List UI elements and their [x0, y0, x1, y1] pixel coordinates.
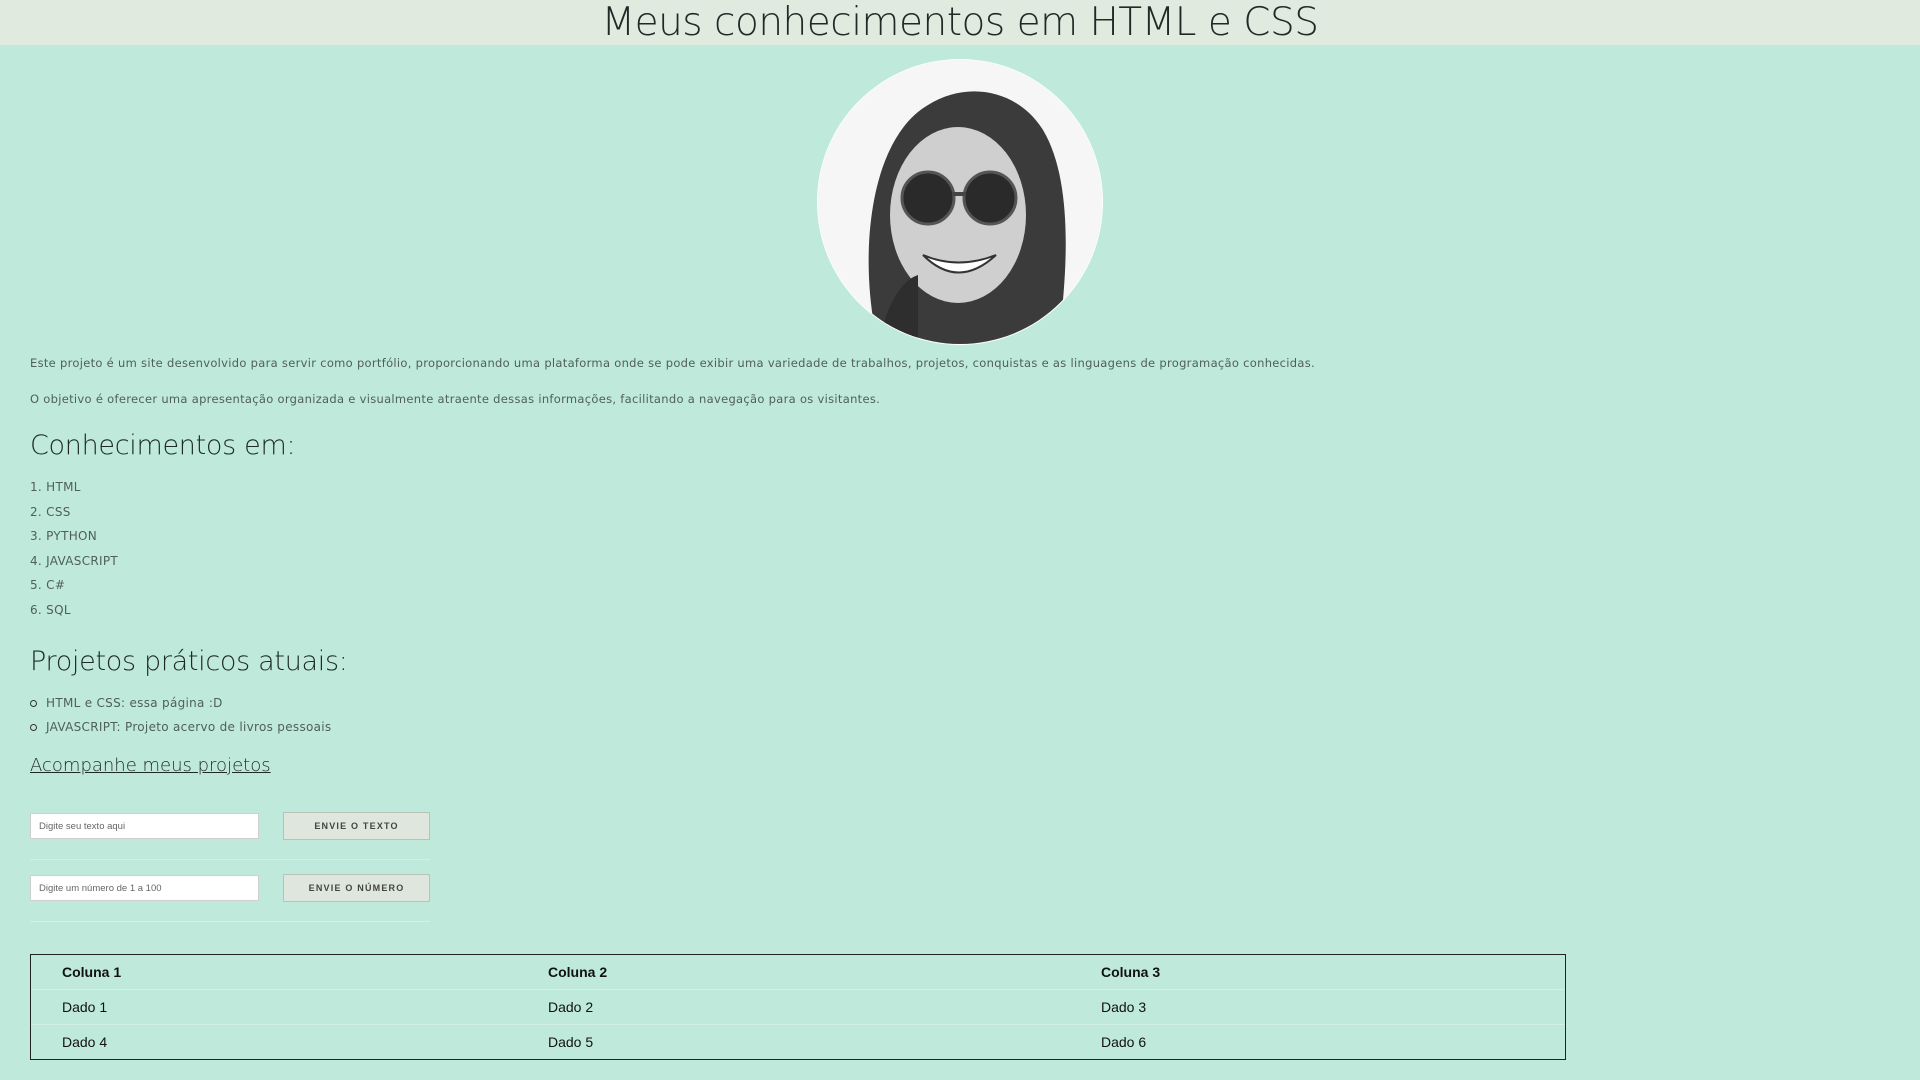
list-item: 2. CSS: [30, 504, 71, 519]
table-header-cell: Coluna 2: [517, 955, 1070, 990]
main-content: Este projeto é um site desenvolvido para…: [0, 356, 1920, 1060]
knowledge-list: 1. HTML 2. CSS 3. PYTHON 4. JAVASCRIPT 5…: [30, 475, 1890, 622]
page-header: Meus conhecimentos em HTML e CSS: [0, 0, 1920, 45]
table-cell: Dado 6: [1101, 1034, 1147, 1050]
page-title: Meus conhecimentos em HTML e CSS: [601, 0, 1319, 45]
number-form: ENVIE O NÚMERO: [30, 860, 430, 922]
table-header-cell: Coluna 3: [1070, 955, 1565, 990]
send-number-button[interactable]: ENVIE O NÚMERO: [283, 874, 430, 902]
table-row: Dado 4 Dado 5 Dado 6: [31, 1025, 1565, 1059]
table-row: Dado 1 Dado 2 Dado 3: [31, 990, 1565, 1025]
projects-link[interactable]: Acompanhe meus projetos: [30, 755, 271, 776]
send-text-button[interactable]: ENVIE O TEXTO: [283, 812, 430, 840]
table-cell: Dado 4: [62, 1034, 108, 1050]
avatar-container: [0, 60, 1920, 344]
table-cell: Dado 2: [517, 990, 1070, 1025]
avatar: [818, 60, 1102, 344]
knowledge-heading: Conhecimentos em:: [30, 430, 296, 461]
table-header-row: Coluna 1 Coluna 2 Coluna 3: [31, 955, 1565, 990]
projects-heading: Projetos práticos atuais:: [30, 646, 348, 677]
table-cell: Dado 3: [1070, 990, 1565, 1025]
number-input[interactable]: [30, 875, 260, 901]
list-item: 5. C#: [30, 578, 66, 592]
avatar-illustration: [818, 60, 1102, 344]
intro-paragraph-1: Este projeto é um site desenvolvido para…: [30, 356, 1315, 370]
list-item: HTML e CSS: essa página :D: [30, 691, 1890, 715]
table-cell: Dado 5: [548, 1034, 594, 1050]
table-header-cell: Coluna 1: [31, 955, 517, 990]
text-form: ENVIE O TEXTO: [30, 798, 430, 860]
list-item: 3. PYTHON: [30, 529, 98, 543]
list-item: 6. SQL: [30, 602, 71, 617]
table-cell: Dado 1: [31, 990, 517, 1025]
data-table: Coluna 1 Coluna 2 Coluna 3 Dado 1 Dado 2…: [30, 954, 1566, 1060]
text-input[interactable]: [30, 813, 260, 839]
intro-paragraph-2: O objetivo é oferecer uma apresentação o…: [30, 392, 881, 406]
list-item: 4. JAVASCRIPT: [30, 553, 119, 568]
list-item: 1. HTML: [30, 480, 81, 494]
list-item: JAVASCRIPT: Projeto acervo de livros pes…: [30, 715, 1890, 739]
projects-list: HTML e CSS: essa página :D JAVASCRIPT: P…: [30, 691, 1890, 739]
